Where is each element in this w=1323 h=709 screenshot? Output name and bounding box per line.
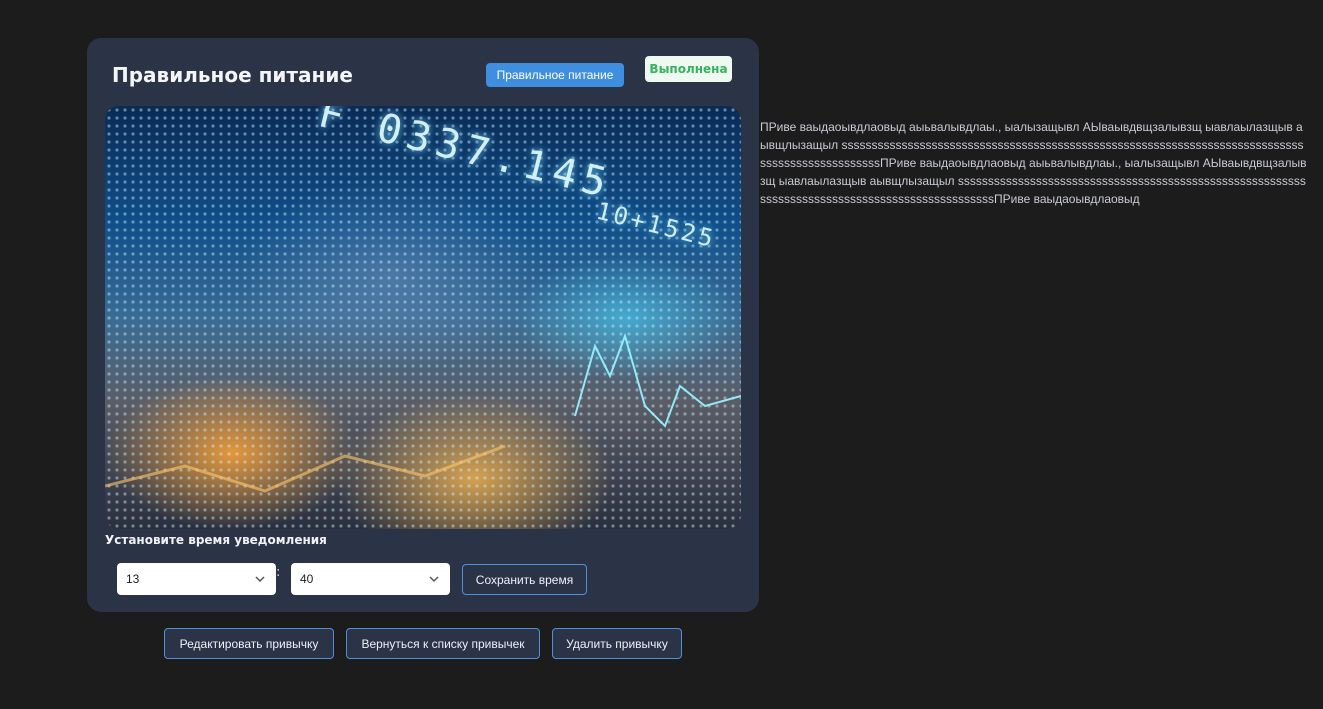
habit-card: Правильное питание Правильное питание Вы… (87, 38, 759, 612)
habit-description: ПРиве ваыдаоывдлаовыд аыьвалывдлаы., ыал… (760, 120, 1307, 206)
hour-select[interactable]: 13 (117, 563, 276, 595)
habit-detail-page: Правильное питание Правильное питание Вы… (0, 0, 1323, 709)
save-time-button[interactable]: Сохранить время (462, 564, 587, 595)
notification-time-label: Установите время уведомления (105, 533, 327, 547)
category-badge: Правильное питание (486, 63, 624, 87)
hour-select-value: 13 (126, 572, 140, 586)
chevron-down-icon (255, 576, 265, 583)
minute-select[interactable]: 40 (291, 563, 450, 595)
habit-image: F 0337.145 10+1525 (105, 106, 741, 529)
status-badge: Выполнена (645, 56, 732, 82)
delete-habit-button[interactable]: Удалить привычку (552, 628, 682, 659)
time-separator: : (276, 565, 281, 580)
stock-line-graphic (105, 332, 741, 493)
edit-habit-button[interactable]: Редактировать привычку (164, 628, 334, 659)
back-to-habits-button[interactable]: Вернуться к списку привычек (346, 628, 540, 659)
chevron-down-icon (429, 576, 439, 583)
minute-select-value: 40 (300, 572, 314, 586)
habit-title: Правильное питание (112, 63, 353, 87)
